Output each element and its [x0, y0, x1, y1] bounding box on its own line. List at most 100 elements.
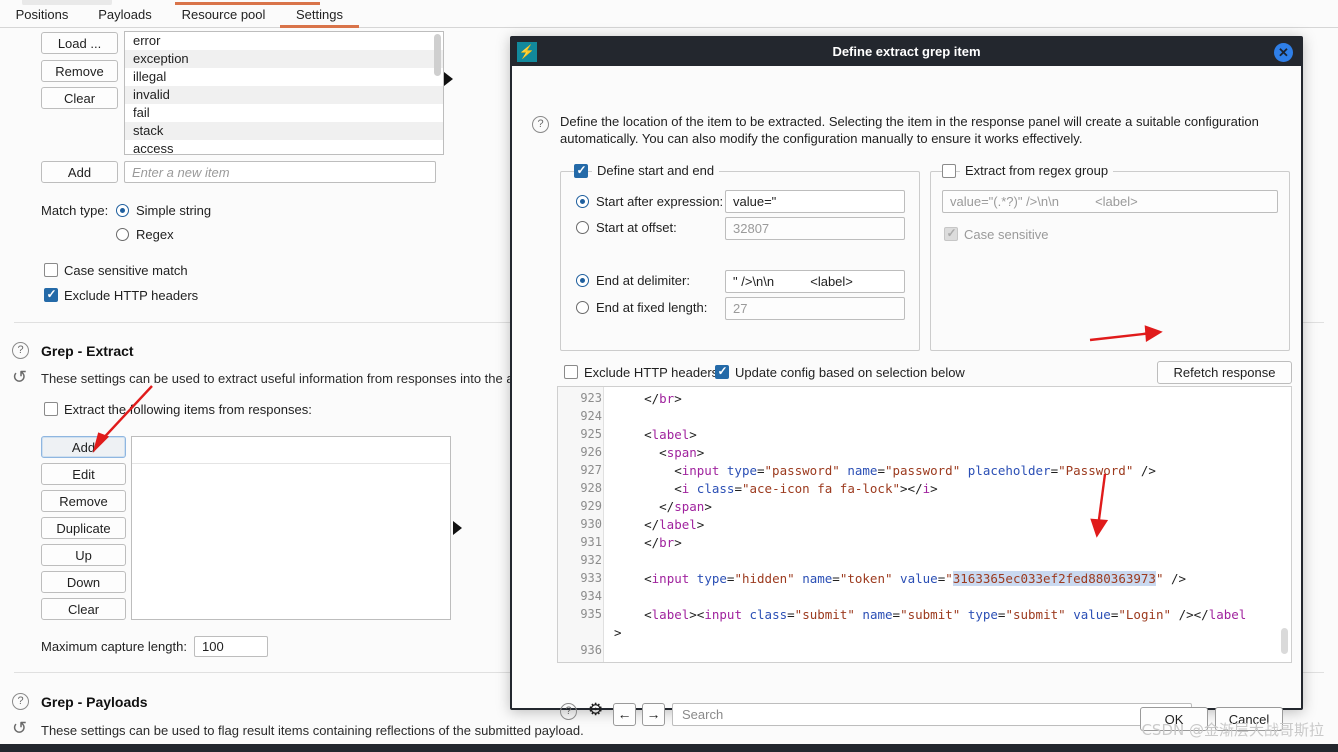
tab-resource-pool[interactable]: Resource pool — [176, 5, 271, 28]
list-item[interactable]: access — [125, 140, 443, 154]
code-line[interactable]: <span> — [614, 445, 704, 460]
extract-regex-title: Extract from regex group — [960, 163, 1114, 179]
code-line-number: 931 — [580, 535, 602, 549]
define-start-end-checkbox[interactable] — [574, 163, 588, 178]
extract-edit-button[interactable]: Edit — [41, 463, 126, 485]
grep-extract-title: Grep - Extract — [41, 343, 134, 359]
code-line[interactable]: </label> — [614, 517, 704, 532]
tab-positions[interactable]: Positions — [12, 5, 72, 28]
dialog-title: Define extract grep item — [832, 44, 981, 59]
list-item[interactable]: stack — [125, 122, 443, 140]
radio-end-at-fixed-length[interactable] — [576, 301, 589, 314]
code-line-number: 928 — [580, 481, 602, 495]
help-icon-2[interactable]: ? — [12, 693, 29, 710]
extract-items-checkbox[interactable] — [44, 402, 58, 416]
extract-clear-button[interactable]: Clear — [41, 598, 126, 620]
list-item[interactable]: error — [125, 32, 443, 50]
start-after-expression-input[interactable]: value=" — [725, 190, 905, 213]
add-item-button[interactable]: Add — [41, 161, 118, 183]
main-tabbar: Positions Payloads Resource pool Setting… — [0, 5, 1338, 28]
code-line-number: 933 — [580, 571, 602, 585]
radio-simple-string[interactable] — [116, 204, 129, 217]
code-line-number: 925 — [580, 427, 602, 441]
code-line-number: 924 — [580, 409, 602, 423]
dialog-help-icon[interactable]: ? — [532, 116, 549, 133]
clear-button[interactable]: Clear — [41, 87, 118, 109]
expand-arrow-right-icon[interactable] — [444, 72, 453, 86]
refetch-response-button[interactable]: Refetch response — [1157, 361, 1292, 384]
extract-remove-button[interactable]: Remove — [41, 490, 126, 512]
extract-up-button[interactable]: Up — [41, 544, 126, 566]
code-line[interactable]: <i class="ace-icon fa fa-lock"></i> — [614, 481, 937, 496]
code-scrollbar[interactable] — [1281, 628, 1288, 654]
radio-regex-label: Regex — [136, 227, 174, 242]
code-line-number: 930 — [580, 517, 602, 531]
exclude-http-headers-label: Exclude HTTP headers — [64, 288, 199, 303]
list-item[interactable]: invalid — [125, 86, 443, 104]
end-at-fixed-length-label: End at fixed length: — [596, 300, 708, 315]
radio-regex[interactable] — [116, 228, 129, 241]
tab-label: Payloads — [98, 7, 152, 22]
code-line[interactable]: </form> — [614, 661, 682, 662]
grep-payloads-title: Grep - Payloads — [41, 694, 148, 710]
new-item-input[interactable] — [124, 161, 436, 183]
extract-duplicate-button[interactable]: Duplicate — [41, 517, 126, 539]
dialog-exclude-headers-checkbox[interactable] — [564, 365, 578, 379]
code-line[interactable]: <input type="hidden" name="token" value=… — [614, 571, 1186, 586]
code-line-number: 929 — [580, 499, 602, 513]
extract-add-button[interactable]: Add — [41, 436, 126, 458]
list-scrollbar[interactable] — [434, 34, 441, 76]
watermark: CSDN @金渐层大战哥斯拉 — [1141, 721, 1324, 739]
radio-end-at-delimiter[interactable] — [576, 274, 589, 287]
extract-down-button[interactable]: Down — [41, 571, 126, 593]
code-line-number: 926 — [580, 445, 602, 459]
reset-icon[interactable]: ↺ — [12, 368, 27, 386]
update-config-checkbox[interactable] — [715, 364, 729, 379]
extract-items-label: Extract the following items from respons… — [64, 402, 312, 417]
gear-icon[interactable]: ⚙ — [588, 700, 603, 720]
match-type-label: Match type: — [41, 203, 109, 218]
reset-icon-2[interactable]: ↺ — [12, 719, 27, 737]
extract-regex-checkbox[interactable] — [942, 164, 956, 178]
list-item[interactable]: exception — [125, 50, 443, 68]
tab-payloads[interactable]: Payloads — [94, 5, 156, 28]
close-icon[interactable]: ✕ — [1274, 43, 1293, 62]
code-line[interactable]: <label><input class="submit" name="submi… — [614, 607, 1246, 622]
radio-simple-string-label: Simple string — [136, 203, 212, 218]
load-button[interactable]: Load ... — [41, 32, 118, 54]
end-at-fixed-length-input[interactable]: 27 — [725, 297, 905, 320]
code-line[interactable]: <label> — [614, 427, 697, 442]
code-line[interactable]: <input type="password" name="password" p… — [614, 463, 1156, 478]
start-after-expression-label: Start after expression: — [596, 194, 724, 209]
case-sensitive-match-checkbox[interactable] — [44, 263, 58, 277]
max-capture-length-label: Maximum capture length: — [41, 639, 187, 654]
remove-button[interactable]: Remove — [41, 60, 118, 82]
code-line[interactable]: > — [614, 625, 622, 640]
code-line-number: 937 — [562, 661, 602, 662]
code-line[interactable]: </br> — [614, 535, 682, 550]
arrow-right-icon[interactable]: → — [642, 703, 665, 726]
search-input[interactable] — [680, 704, 1150, 725]
start-at-offset-input[interactable]: 32807 — [725, 217, 905, 240]
extract-expand-arrow-right-icon[interactable] — [453, 521, 462, 535]
list-item[interactable]: illegal — [125, 68, 443, 86]
arrow-left-icon[interactable]: ← — [613, 703, 636, 726]
code-line[interactable]: </br> — [614, 391, 682, 406]
response-code-viewer[interactable]: 923 </br> 924 925 <label> 926 <span> 927 <in… — [557, 386, 1292, 663]
window-bottom-bar — [0, 744, 1338, 752]
code-line[interactable]: </span> — [614, 499, 712, 514]
exclude-http-headers-checkbox[interactable] — [44, 287, 58, 302]
viewer-help-icon[interactable]: ? — [560, 703, 577, 720]
end-at-delimiter-input[interactable]: " />\n\n <label> — [725, 270, 905, 293]
radio-start-at-offset[interactable] — [576, 221, 589, 234]
tab-settings[interactable]: Settings — [280, 5, 359, 28]
radio-start-after-expression[interactable] — [576, 195, 589, 208]
list-item[interactable]: fail — [125, 104, 443, 122]
define-start-end-title: Define start and end — [592, 163, 720, 179]
max-capture-length-input[interactable] — [194, 636, 268, 657]
help-icon[interactable]: ? — [12, 342, 29, 359]
grep-match-list[interactable]: error exception illegal invalid fail stack acc… — [124, 31, 444, 155]
search-box[interactable]: ⌕ — [672, 703, 1192, 726]
extract-items-list[interactable] — [131, 436, 451, 620]
regex-input[interactable]: value="(.*?)" />\n\n <label> — [942, 190, 1278, 213]
